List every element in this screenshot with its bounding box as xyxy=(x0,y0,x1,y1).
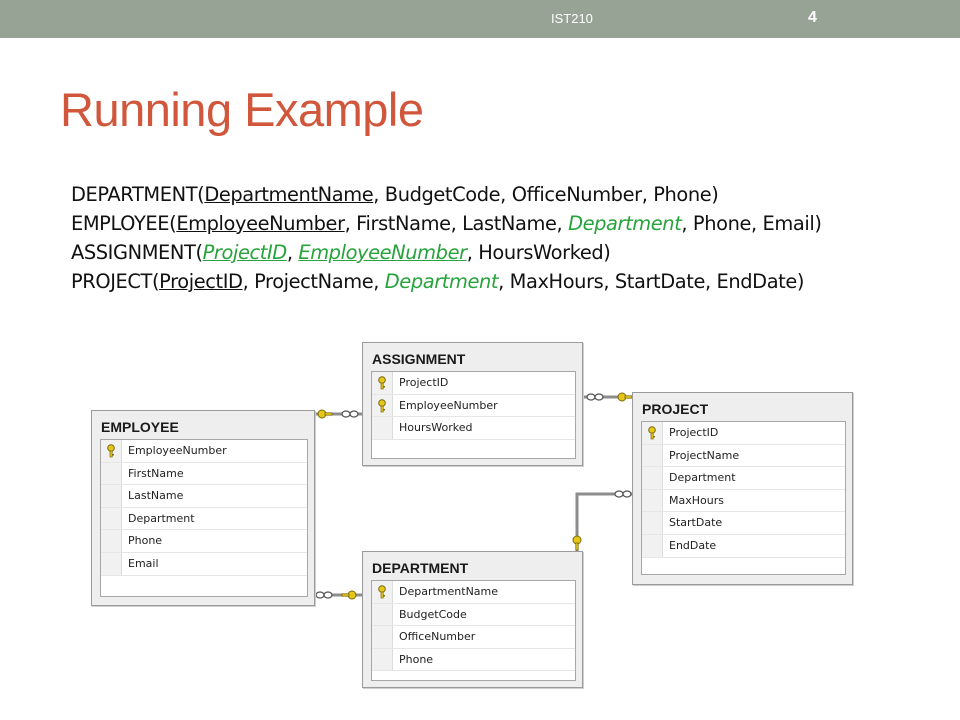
table-row[interactable]: ProjectID xyxy=(642,422,845,445)
row-selector xyxy=(101,440,122,462)
column-list: EmployeeNumber FirstName LastName Departmen… xyxy=(100,439,308,597)
row-selector xyxy=(372,603,393,626)
column-name: EndDate xyxy=(669,538,717,552)
row-selector xyxy=(101,485,122,507)
table-row[interactable]: Department xyxy=(642,467,845,490)
column-name: LastName xyxy=(128,489,184,503)
table-assignment[interactable]: ASSIGNMENT ProjectID EmployeeNumber HoursW… xyxy=(362,342,583,466)
column-name: OfficeNumber xyxy=(399,630,476,644)
table-row[interactable]: HoursWorked xyxy=(372,417,575,440)
table-row[interactable]: MaxHours xyxy=(642,489,845,513)
table-row[interactable]: EmployeeNumber xyxy=(101,440,307,463)
column-name: BudgetCode xyxy=(399,607,467,621)
column-name: ProjectName xyxy=(669,448,740,462)
link-department-project xyxy=(575,492,632,551)
column-name: Department xyxy=(128,511,195,525)
row-selector xyxy=(642,534,663,557)
column-name: Email xyxy=(128,556,159,570)
infinity-icon xyxy=(586,393,604,401)
key-icon xyxy=(317,409,333,419)
row-selector xyxy=(642,512,663,534)
key-icon xyxy=(617,392,633,402)
column-name: Phone xyxy=(128,534,163,548)
key-icon xyxy=(648,426,656,440)
row-selector xyxy=(101,507,122,530)
column-name: EmployeeNumber xyxy=(128,444,227,457)
table-row[interactable]: Phone xyxy=(101,530,307,553)
table-row[interactable]: Phone xyxy=(372,648,575,672)
row-selector xyxy=(372,581,393,603)
infinity-icon xyxy=(614,490,632,498)
infinity-icon xyxy=(315,591,333,599)
column-name: Department xyxy=(669,471,736,485)
table-title: DEPARTMENT xyxy=(372,560,469,576)
row-selector xyxy=(372,626,393,648)
table-title: PROJECT xyxy=(642,401,709,417)
row-selector xyxy=(642,489,663,512)
table-row[interactable]: LastName xyxy=(101,485,307,508)
column-name: Phone xyxy=(399,652,434,666)
table-row[interactable]: BudgetCode xyxy=(372,603,575,627)
row-selector xyxy=(642,444,663,467)
table-row[interactable]: StartDate xyxy=(642,512,845,535)
column-name: DepartmentName xyxy=(399,585,499,598)
row-selector xyxy=(372,648,393,671)
table-row[interactable]: DepartmentName xyxy=(372,581,575,604)
row-selector xyxy=(372,394,393,417)
row-selector xyxy=(101,552,122,575)
column-list: DepartmentName BudgetCode OfficeNumber Phon… xyxy=(371,580,576,681)
table-row[interactable]: EndDate xyxy=(642,534,845,558)
row-selector xyxy=(642,467,663,489)
column-name: ProjectID xyxy=(669,426,719,439)
key-icon xyxy=(107,444,115,458)
table-employee[interactable]: EMPLOYEE EmployeeNumber FirstName LastName… xyxy=(91,410,315,606)
infinity-icon xyxy=(341,410,359,418)
column-name: HoursWorked xyxy=(399,421,473,435)
key-icon xyxy=(572,535,582,551)
column-name: StartDate xyxy=(669,516,723,530)
column-name: MaxHours xyxy=(669,493,724,507)
key-icon xyxy=(378,585,386,599)
table-row[interactable]: ProjectID xyxy=(372,372,575,395)
table-row[interactable]: Email xyxy=(101,552,307,576)
column-list: ProjectID ProjectName Department MaxHours St… xyxy=(641,421,846,575)
row-selector xyxy=(642,422,663,444)
table-department[interactable]: DEPARTMENT DepartmentName BudgetCode Offic… xyxy=(362,551,583,688)
table-project[interactable]: PROJECT ProjectID ProjectName Department Ma… xyxy=(632,392,853,585)
table-title: ASSIGNMENT xyxy=(372,351,466,367)
table-row[interactable]: FirstName xyxy=(101,462,307,486)
row-selector xyxy=(101,462,122,485)
key-icon xyxy=(341,590,357,600)
row-selector xyxy=(372,417,393,439)
key-icon xyxy=(378,398,386,412)
column-list: ProjectID EmployeeNumber HoursWorked xyxy=(371,371,576,459)
key-icon xyxy=(378,376,386,390)
column-name: FirstName xyxy=(128,466,184,480)
row-selector xyxy=(101,530,122,552)
table-row[interactable]: ProjectName xyxy=(642,444,845,468)
row-selector xyxy=(372,372,393,394)
table-row[interactable]: Department xyxy=(101,507,307,531)
table-title: EMPLOYEE xyxy=(101,419,179,435)
table-row[interactable]: OfficeNumber xyxy=(372,626,575,649)
column-name: ProjectID xyxy=(399,376,449,389)
table-row[interactable]: EmployeeNumber xyxy=(372,394,575,418)
column-name: EmployeeNumber xyxy=(399,398,498,412)
